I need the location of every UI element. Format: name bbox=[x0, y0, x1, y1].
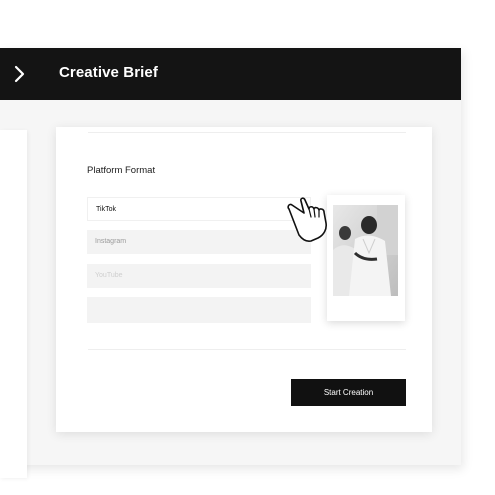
section-title: Platform Format bbox=[87, 165, 156, 176]
preview-card bbox=[327, 195, 405, 321]
preview-image bbox=[333, 205, 398, 296]
platform-option-tiktok[interactable]: TikTok bbox=[87, 197, 311, 221]
platform-option-youtube[interactable]: YouTube bbox=[87, 264, 311, 288]
chevron-right-icon[interactable] bbox=[10, 62, 30, 86]
brief-card: Platform Format TikTok Instagram YouTube bbox=[56, 127, 432, 432]
divider bbox=[88, 132, 406, 133]
platform-option-instagram[interactable]: Instagram bbox=[87, 230, 311, 254]
hand-pointer-icon bbox=[284, 195, 336, 243]
app-header: Creative Brief bbox=[0, 48, 461, 100]
left-panel bbox=[0, 130, 27, 478]
divider bbox=[88, 349, 406, 350]
page-title: Creative Brief bbox=[59, 64, 158, 81]
platform-option-empty[interactable] bbox=[87, 297, 311, 323]
start-creation-button[interactable]: Start Creation bbox=[291, 379, 406, 406]
